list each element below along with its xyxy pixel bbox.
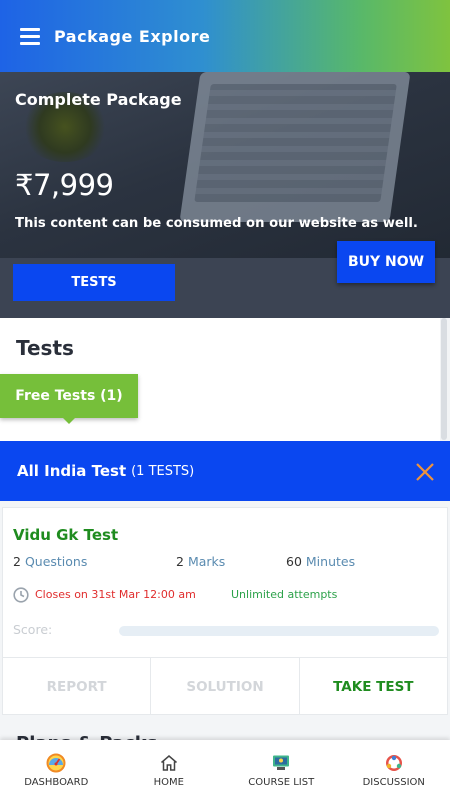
nav-course-list[interactable]: COURSE LIST: [225, 740, 338, 800]
tab-pointer: [63, 418, 75, 424]
clock-icon: [13, 587, 29, 603]
solution-button[interactable]: SOLUTION: [151, 658, 300, 715]
scrollbar[interactable]: [441, 318, 447, 440]
test-card: Vidu Gk Test 2 Questions 2 Marks 60 Minu…: [2, 507, 448, 715]
home-icon: [160, 755, 177, 771]
marks-value: 2: [176, 554, 184, 569]
attempts-info: Unlimited attempts: [231, 588, 338, 601]
package-title: Complete Package: [15, 90, 182, 109]
section-title: Tests: [16, 336, 74, 360]
tests-button[interactable]: TESTS: [13, 264, 175, 301]
nav-course-list-label: COURSE LIST: [248, 777, 315, 788]
questions-value: 2: [13, 554, 21, 569]
free-tests-tab[interactable]: Free Tests (1): [0, 374, 138, 418]
take-test-button[interactable]: TAKE TEST: [300, 658, 447, 715]
report-button[interactable]: REPORT: [3, 658, 152, 715]
nav-discussion-label: DISCUSSION: [362, 777, 425, 788]
minutes-unit: Minutes: [305, 554, 356, 569]
minutes-stat: 60 Minutes: [286, 554, 355, 569]
dashboard-gauge-icon: [46, 753, 66, 773]
package-price: ₹7,999: [15, 168, 114, 202]
close-icon[interactable]: [414, 461, 436, 483]
test-list-sheet: All India Test (1 TESTS) Vidu Gk Test 2 …: [0, 441, 450, 741]
package-hero: Complete Package ₹7,999 This content can…: [0, 72, 450, 318]
course-list-icon: [273, 755, 290, 770]
nav-home-label: HOME: [153, 777, 184, 788]
closing-date: Closes on 31st Mar 12:00 am: [35, 588, 196, 601]
questions-stat: 2 Questions: [13, 554, 87, 569]
test-actions: REPORT SOLUTION TAKE TEST: [3, 657, 447, 715]
nav-dashboard[interactable]: DASHBOARD: [0, 740, 113, 800]
questions-unit: Questions: [24, 554, 88, 569]
nav-discussion[interactable]: DISCUSSION: [338, 740, 450, 800]
marks-unit: Marks: [187, 554, 226, 569]
score-label: Score:: [13, 622, 53, 637]
hamburger-menu-icon[interactable]: [20, 28, 40, 45]
minutes-value: 60: [286, 554, 302, 569]
nav-home[interactable]: HOME: [113, 740, 226, 800]
nav-dashboard-label: DASHBOARD: [24, 777, 89, 788]
discussion-icon: [385, 755, 402, 771]
score-bar: [119, 626, 439, 636]
buy-now-button[interactable]: BUY NOW: [337, 241, 435, 283]
package-note: This content can be consumed on our webs…: [15, 216, 418, 231]
page-title: Package Explore: [54, 26, 211, 46]
sheet-title: All India Test: [17, 462, 127, 480]
bottom-navigation: DASHBOARD HOME COURSE LIST DISCUSSION: [0, 740, 450, 800]
sheet-count: (1 TESTS): [131, 463, 195, 479]
sheet-header: All India Test (1 TESTS): [0, 441, 450, 501]
marks-stat: 2 Marks: [176, 554, 225, 569]
test-name: Vidu Gk Test: [13, 526, 119, 544]
app-bar: Package Explore: [0, 0, 450, 72]
